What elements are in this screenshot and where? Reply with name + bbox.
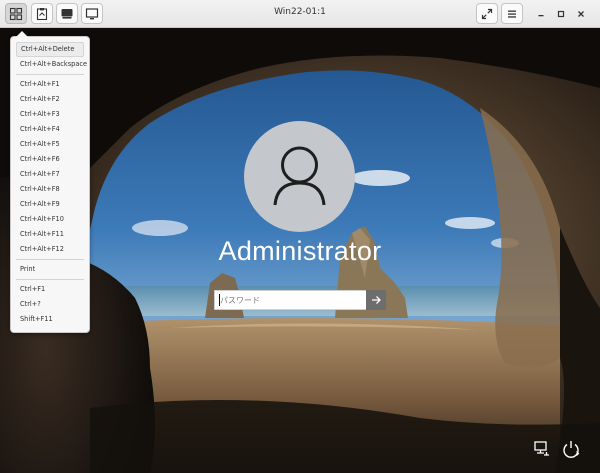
user-silhouette-icon	[273, 146, 326, 206]
close-icon	[578, 10, 584, 17]
menu-item-shift-f11[interactable]: Shift+F11	[16, 312, 84, 327]
menu-item-ctrl-f1[interactable]: Ctrl+F1	[16, 282, 84, 297]
title-bar: Win22-01:1	[0, 0, 600, 28]
close-button[interactable]	[570, 3, 592, 24]
menu-item-ctrl-alt-f1[interactable]: Ctrl+Alt+F1	[16, 77, 84, 92]
menu-item-ctrl-alt-f12[interactable]: Ctrl+Alt+F12	[16, 242, 84, 257]
menu-pointer	[16, 31, 28, 37]
maximize-button[interactable]	[550, 3, 572, 24]
menu-item-ctrl-alt-f10[interactable]: Ctrl+Alt+F10	[16, 212, 84, 227]
remote-desktop-view[interactable]: Administrator	[0, 28, 600, 473]
menu-item-ctrl-alt-f5[interactable]: Ctrl+Alt+F5	[16, 137, 84, 152]
password-field-container	[214, 290, 386, 310]
expand-icon	[481, 8, 493, 19]
menu-item-ctrl-alt-delete[interactable]: Ctrl+Alt+Delete	[16, 42, 84, 57]
minimize-button[interactable]	[530, 3, 552, 24]
submit-password-button[interactable]	[366, 290, 386, 310]
menu-item-ctrl-alt-f11[interactable]: Ctrl+Alt+F11	[16, 227, 84, 242]
menu-item-ctrl-alt-f7[interactable]: Ctrl+Alt+F7	[16, 167, 84, 182]
user-avatar	[244, 121, 355, 232]
menu-separator	[16, 74, 84, 75]
text-caret	[219, 294, 220, 306]
menu-item-ctrl-alt-f3[interactable]: Ctrl+Alt+F3	[16, 107, 84, 122]
menu-item-ctrl-question[interactable]: Ctrl+?	[16, 297, 84, 312]
menu-item-ctrl-alt-f9[interactable]: Ctrl+Alt+F9	[16, 197, 84, 212]
minimize-icon	[538, 14, 544, 16]
menu-item-ctrl-alt-backspace[interactable]: Ctrl+Alt+Backspace	[16, 57, 87, 72]
hamburger-menu-button[interactable]	[501, 3, 523, 24]
username-label: Administrator	[218, 236, 382, 266]
network-icon	[534, 441, 549, 456]
menu-item-print[interactable]: Print	[16, 262, 84, 277]
maximize-icon	[557, 10, 565, 17]
send-keys-menu: Ctrl+Alt+Delete Ctrl+Alt+Backspace Ctrl+…	[10, 31, 90, 333]
menu-item-ctrl-alt-f4[interactable]: Ctrl+Alt+F4	[16, 122, 84, 137]
network-button[interactable]	[532, 439, 552, 459]
fullscreen-button[interactable]	[476, 3, 498, 24]
power-button[interactable]	[560, 438, 582, 460]
menu-item-ctrl-alt-f6[interactable]: Ctrl+Alt+F6	[16, 152, 84, 167]
menu-separator	[16, 259, 84, 260]
arrow-right-icon	[372, 296, 381, 304]
menu-item-ctrl-alt-f2[interactable]: Ctrl+Alt+F2	[16, 92, 84, 107]
menu-separator	[16, 279, 84, 280]
password-input[interactable]	[215, 291, 367, 309]
menu-item-ctrl-alt-f8[interactable]: Ctrl+Alt+F8	[16, 182, 84, 197]
hamburger-icon	[508, 10, 516, 18]
power-icon	[563, 441, 580, 458]
